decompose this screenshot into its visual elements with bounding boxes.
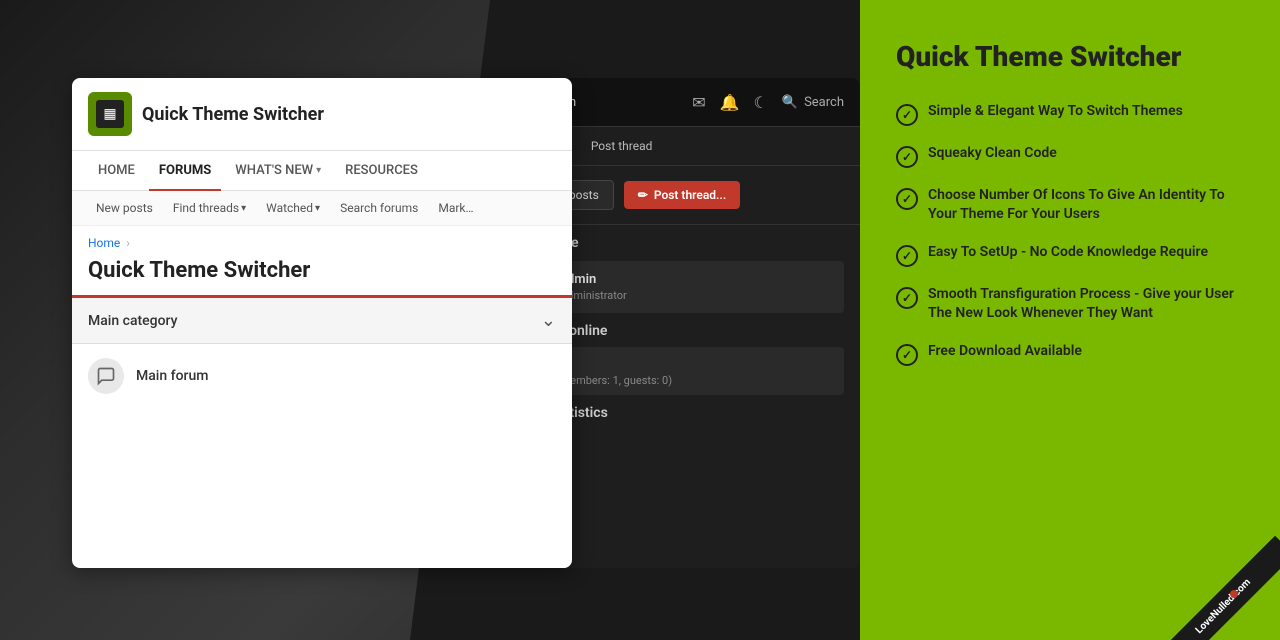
bell-icon[interactable]: 🔔 <box>720 93 740 112</box>
forum-chat-icon <box>96 366 116 386</box>
moon-icon[interactable]: ☾ <box>754 93 768 112</box>
nav-home[interactable]: HOME <box>88 151 145 190</box>
whats-new-chevron-icon: ▾ <box>316 165 321 176</box>
feature-item-2: Squeaky Clean Code <box>896 144 1244 168</box>
feature-item-3: Choose Number Of Icons To Give An Identi… <box>896 186 1244 225</box>
check-icon-1 <box>896 104 918 126</box>
find-threads-chevron-icon: ▾ <box>241 203 246 214</box>
check-icon-4 <box>896 245 918 267</box>
breadcrumb-separator: › <box>126 236 130 250</box>
search-button[interactable]: 🔍 Search <box>782 95 844 110</box>
check-icon-2 <box>896 146 918 168</box>
feature-text-3: Choose Number Of Icons To Give An Identi… <box>928 186 1244 225</box>
feature-text-4: Easy To SetUp - No Code Knowledge Requir… <box>928 243 1208 263</box>
forum-logo: ▦ <box>88 92 132 136</box>
forum-site-title: Quick Theme Switcher <box>142 104 324 125</box>
subnav-search-forums[interactable]: Search forums <box>332 197 426 219</box>
page-title: Quick Theme Switcher <box>88 258 556 283</box>
check-icon-6 <box>896 344 918 366</box>
subnav-new-posts[interactable]: New posts <box>88 197 161 219</box>
forum-header: ▦ Quick Theme Switcher <box>72 78 572 151</box>
feature-item-4: Easy To SetUp - No Code Knowledge Requir… <box>896 243 1244 267</box>
check-icon-5 <box>896 287 918 309</box>
forum-logo-inner: ▦ <box>96 100 124 128</box>
category-name: Main category <box>88 313 177 329</box>
search-icon: 🔍 <box>782 95 798 110</box>
forum-row[interactable]: Main forum <box>72 344 572 408</box>
category-row[interactable]: Main category ⌄ <box>72 298 572 344</box>
forum-icon <box>88 358 124 394</box>
category-chevron-icon: ⌄ <box>541 310 556 331</box>
feature-item-5: Smooth Transfiguration Process - Give yo… <box>896 285 1244 324</box>
left-panel: ▦ Quick Theme Switcher HOME FORUMS WHAT'… <box>0 0 860 640</box>
nav-whats-new[interactable]: WHAT'S NEW ▾ <box>225 151 331 190</box>
heart-dot <box>1230 590 1238 598</box>
subnav-find-threads[interactable]: Find threads ▾ <box>165 197 254 219</box>
subnav-mark[interactable]: Mark… <box>430 197 481 219</box>
feature-text-6: Free Download Available <box>928 342 1082 362</box>
feature-text-1: Simple & Elegant Way To Switch Themes <box>928 102 1183 122</box>
nav-resources[interactable]: RESOURCES <box>335 151 428 190</box>
forum-name: Main forum <box>136 368 208 384</box>
subnav-watched[interactable]: Watched ▾ <box>258 197 328 219</box>
feature-text-5: Smooth Transfiguration Process - Give yo… <box>928 285 1244 324</box>
breadcrumb: Home › <box>72 226 572 254</box>
dark-subnav-post-thread[interactable]: Post thread <box>583 135 661 157</box>
feature-text-2: Squeaky Clean Code <box>928 144 1057 164</box>
dark-header-icons: ✉ 🔔 ☾ 🔍 Search <box>692 93 844 112</box>
forum-logo-icon: ▦ <box>103 106 116 122</box>
forum-card: ▦ Quick Theme Switcher HOME FORUMS WHAT'… <box>72 78 572 568</box>
nav-forums[interactable]: FORUMS <box>149 151 221 190</box>
page-title-area: Quick Theme Switcher <box>72 254 572 298</box>
watermark-badge: LoveNulled.com <box>1160 520 1280 640</box>
check-icon-3 <box>896 188 918 210</box>
right-panel: Quick Theme Switcher Simple & Elegant Wa… <box>860 0 1280 640</box>
feature-list: Simple & Elegant Way To Switch Themes Sq… <box>896 102 1244 366</box>
forum-nav: HOME FORUMS WHAT'S NEW ▾ RESOURCES <box>72 151 572 191</box>
feature-item-1: Simple & Elegant Way To Switch Themes <box>896 102 1244 126</box>
right-title: Quick Theme Switcher <box>896 40 1244 74</box>
watched-chevron-icon: ▾ <box>315 203 320 214</box>
mail-icon[interactable]: ✉ <box>692 93 705 112</box>
edit-icon: ✏ <box>638 188 648 202</box>
breadcrumb-home[interactable]: Home <box>88 236 120 250</box>
feature-item-6: Free Download Available <box>896 342 1244 366</box>
watermark-text: LoveNulled.com <box>1160 536 1280 640</box>
post-thread-button[interactable]: ✏ Post thread... <box>624 181 740 209</box>
forum-subnav: New posts Find threads ▾ Watched ▾ Searc… <box>72 191 572 226</box>
